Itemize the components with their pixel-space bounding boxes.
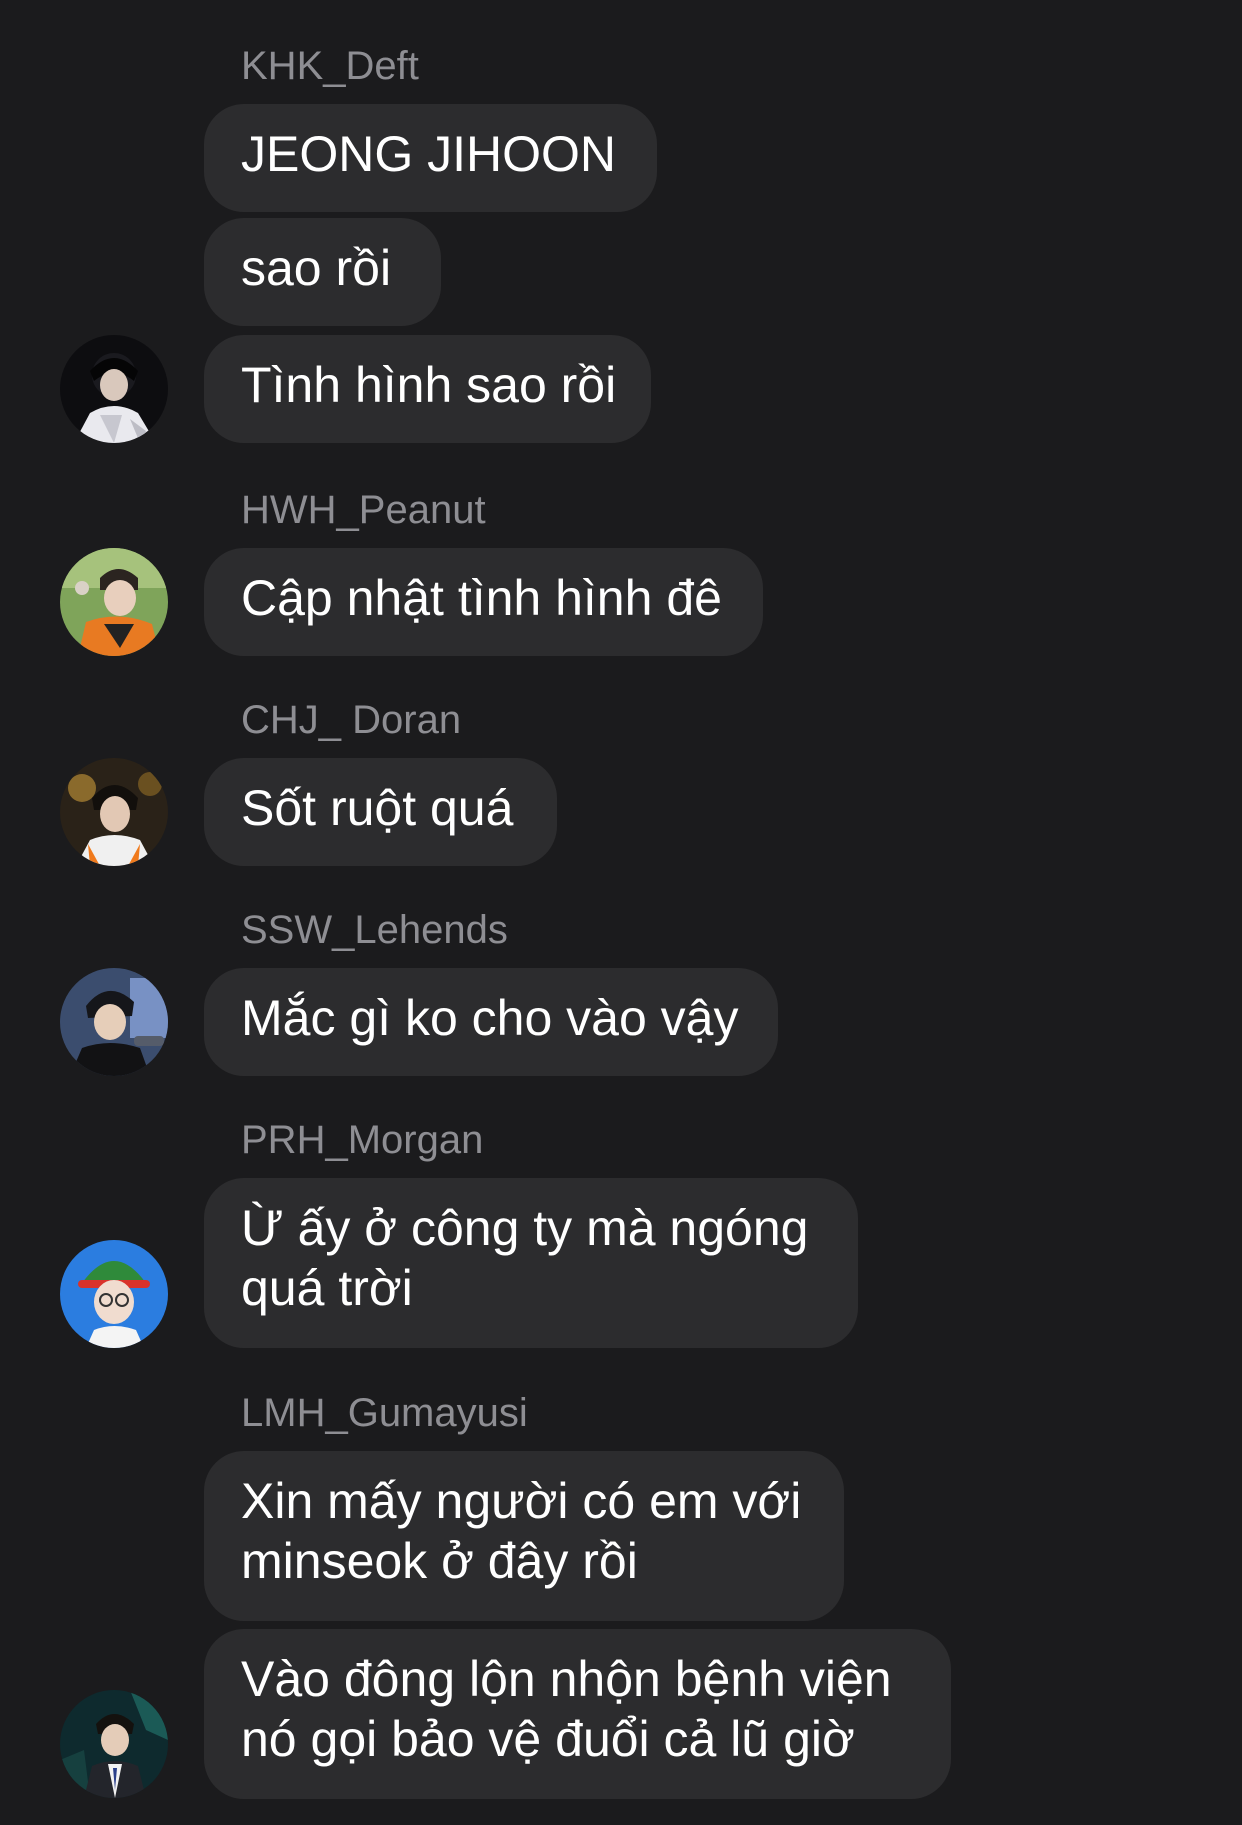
peanut-avatar[interactable] — [60, 548, 168, 656]
message-bubble[interactable]: Sốt ruột quá — [204, 758, 557, 866]
message-bubble[interactable]: Cập nhật tình hình đê — [204, 548, 763, 656]
message-bubble[interactable]: JEONG JIHOON — [204, 104, 657, 212]
message-line: nó gọi bảo vệ đuổi cả lũ giờ — [241, 1711, 855, 1767]
message-line: Vào đông lộn nhộn bệnh viện — [241, 1651, 892, 1707]
deft-avatar[interactable] — [60, 335, 168, 443]
gumayusi-avatar[interactable] — [60, 1690, 168, 1798]
sender-name: PRH_Morgan — [241, 1118, 484, 1162]
message-bubble[interactable]: Ừ ấy ở công ty mà ngóng quá trời — [204, 1178, 858, 1348]
chat-thread: KHK_Deft JEONG JIHOON sao rồi Tình hình … — [0, 0, 1242, 1825]
message-line: quá trời — [241, 1260, 413, 1316]
message-bubble[interactable]: Vào đông lộn nhộn bệnh viện nó gọi bảo v… — [204, 1629, 951, 1799]
sender-name: HWH_Peanut — [241, 488, 486, 532]
message-bubble[interactable]: sao rồi — [204, 218, 441, 326]
doran-avatar[interactable] — [60, 758, 168, 866]
message-line: Xin mấy người có em với — [241, 1473, 802, 1529]
message-bubble[interactable]: Mắc gì ko cho vào vậy — [204, 968, 778, 1076]
lehends-avatar[interactable] — [60, 968, 168, 1076]
sender-name: CHJ_ Doran — [241, 698, 462, 742]
message-bubble[interactable]: Xin mấy người có em với minseok ở đây rồ… — [204, 1451, 844, 1621]
message-line: minseok ở đây rồi — [241, 1533, 638, 1589]
message-bubble[interactable]: Tình hình sao rồi — [204, 335, 651, 443]
sender-name: SSW_Lehends — [241, 908, 508, 952]
message-line: Ừ ấy ở công ty mà ngóng — [241, 1200, 809, 1256]
sender-name: KHK_Deft — [241, 44, 419, 88]
morgan-avatar[interactable] — [60, 1240, 168, 1348]
sender-name: LMH_Gumayusi — [241, 1391, 528, 1435]
